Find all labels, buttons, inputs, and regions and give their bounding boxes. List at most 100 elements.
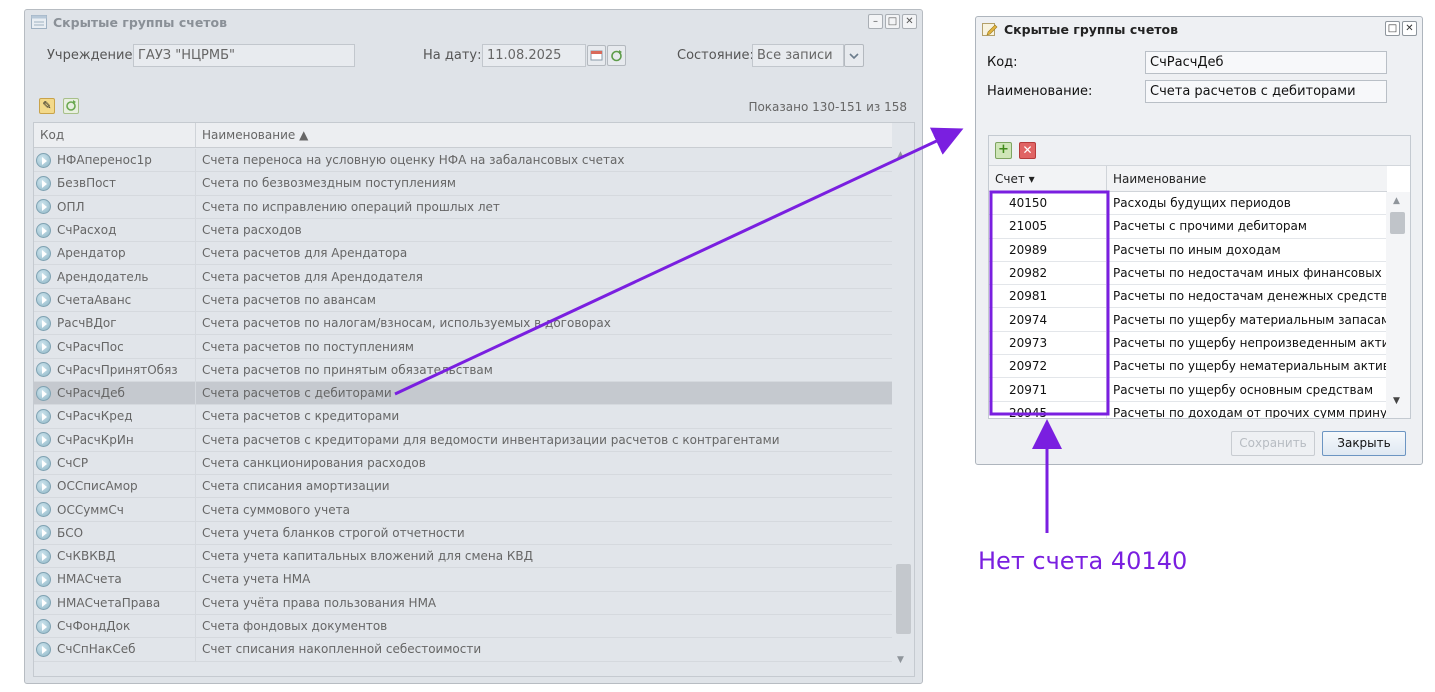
refresh-icon[interactable] — [63, 98, 79, 114]
row-arrow-icon[interactable] — [36, 455, 51, 471]
row-arrow-icon[interactable] — [36, 339, 51, 355]
row-arrow-icon[interactable] — [36, 408, 51, 424]
account-row[interactable]: 20972 Расчеты по ущербу нематериальным ак… — [989, 355, 1387, 379]
add-icon[interactable]: + — [995, 142, 1012, 159]
table-row[interactable]: РасчВДог Счета расчетов по налогам/взноса… — [34, 312, 892, 336]
table-row[interactable]: ОПЛ Счета по исправлению операций прошлых… — [34, 195, 892, 219]
close-icon[interactable]: ✕ — [902, 14, 917, 29]
date-field[interactable]: 11.08.2025 — [482, 44, 586, 67]
name-field[interactable]: Счета расчетов с дебиторами — [1145, 80, 1387, 103]
cell-code-text: НМАСчета — [57, 572, 122, 587]
cell-code-text: ОССуммСч — [57, 502, 124, 517]
vertical-scrollbar[interactable]: ▲ ▼ — [892, 149, 914, 676]
row-arrow-icon[interactable] — [36, 222, 51, 238]
table-row[interactable]: БСО Счета учета бланков строгой отчетност… — [34, 521, 892, 546]
row-arrow-icon[interactable] — [36, 618, 51, 634]
table-row[interactable]: СчРасчКред Счета расчетов с кредиторами — [34, 405, 892, 429]
row-arrow-icon[interactable] — [36, 595, 51, 611]
column-header-name[interactable]: Наименование — [1107, 166, 1387, 191]
maximize-icon[interactable]: □ — [885, 14, 900, 29]
row-arrow-icon[interactable] — [36, 269, 51, 285]
row-arrow-icon[interactable] — [36, 292, 51, 308]
table-row[interactable]: СчСпНакСеб Счет списания накопленной себе… — [34, 638, 892, 662]
state-select[interactable]: Все записи — [752, 44, 844, 67]
cell-account-name: Расчеты по ущербу нематериальным активам — [1113, 359, 1387, 374]
row-arrow-icon[interactable] — [36, 175, 51, 191]
account-row[interactable]: 20974 Расчеты по ущербу материальным запа… — [989, 308, 1387, 332]
dropdown-arrow-icon[interactable] — [844, 44, 864, 67]
refresh-icon[interactable] — [607, 45, 626, 66]
scroll-up-icon[interactable]: ▲ — [1393, 196, 1400, 206]
table-row[interactable]: СчРасчДеб Счета расчетов с дебиторами — [34, 381, 892, 406]
cell-account: 40150 — [989, 192, 1107, 215]
column-header-code[interactable]: Код — [34, 123, 196, 147]
account-row[interactable]: 20989 Расчеты по иным доходам — [989, 238, 1387, 262]
scroll-down-icon[interactable]: ▼ — [1393, 396, 1400, 406]
accounts-scrollbar[interactable]: ▲ ▼ — [1386, 192, 1410, 418]
institution-field[interactable]: ГАУЗ "НЦРМБ" — [133, 44, 355, 67]
table-row[interactable]: СчРасчПринятОбяз Счета расчетов по принят… — [34, 358, 892, 382]
table-row[interactable]: СчРасчПос Счета расчетов по поступлениям — [34, 335, 892, 359]
row-arrow-icon[interactable] — [36, 362, 51, 378]
row-arrow-icon[interactable] — [36, 478, 51, 494]
calendar-icon[interactable] — [587, 45, 606, 66]
table-row[interactable]: СчКВКВД Счета учета капитальных вложений … — [34, 545, 892, 569]
table-body: НФАперенос1р Счета переноса на условную о… — [34, 149, 892, 662]
table-row[interactable]: ОССуммСч Счета суммового учета — [34, 498, 892, 522]
row-arrow-icon[interactable] — [36, 432, 51, 448]
cell-account-name: Расчеты по иным доходам — [1113, 242, 1281, 257]
table-row[interactable]: Арендатор Счета расчетов для Арендатора — [34, 242, 892, 266]
row-arrow-icon[interactable] — [36, 525, 51, 541]
table-row[interactable]: СчетаАванс Счета расчетов по авансам — [34, 288, 892, 313]
table-row[interactable]: СчФондДок Счета фондовых документов — [34, 614, 892, 639]
account-row[interactable]: 20945 Расчеты по доходам от прочих сумм п… — [989, 401, 1387, 418]
cell-name: Счета расчетов с кредиторами для ведомос… — [202, 432, 780, 447]
cell-account: 20974 — [989, 308, 1107, 331]
row-arrow-icon[interactable] — [36, 385, 51, 401]
scroll-down-icon[interactable]: ▼ — [897, 655, 904, 665]
column-header-name[interactable]: Наименование ▲ — [196, 123, 892, 147]
column-header-account[interactable]: Счет ▾ — [989, 166, 1107, 191]
row-arrow-icon[interactable] — [36, 245, 51, 261]
row-arrow-icon[interactable] — [36, 199, 51, 215]
table-row[interactable]: НМАСчетаПрава Счета учёта права пользован… — [34, 591, 892, 615]
code-field[interactable]: СчРасчДеб — [1145, 51, 1387, 74]
table-row[interactable]: БезвПост Счета по безвозмездным поступлен… — [34, 172, 892, 196]
close-button[interactable]: Закрыть — [1322, 431, 1406, 456]
close-icon[interactable]: ✕ — [1402, 21, 1417, 36]
row-arrow-icon[interactable] — [36, 152, 51, 168]
account-row[interactable]: 21005 Расчеты с прочими дебиторам — [989, 215, 1387, 239]
delete-icon[interactable]: ✕ — [1019, 142, 1036, 159]
table-row[interactable]: СчСР Счета санкционирования расходов — [34, 451, 892, 476]
cell-code-text: СчСР — [57, 456, 89, 470]
minimize-icon[interactable]: – — [868, 14, 883, 29]
scrollbar-thumb[interactable] — [896, 564, 911, 634]
table-row[interactable]: НФАперенос1р Счета переноса на условную о… — [34, 149, 892, 173]
table-row[interactable]: СчРасход Счета расходов — [34, 218, 892, 243]
account-row[interactable]: 20981 Расчеты по недостачам денежных сред… — [989, 285, 1387, 309]
account-row[interactable]: 40150 Расходы будущих периодов — [989, 192, 1387, 216]
cell-code: СчРасход — [34, 218, 196, 242]
institution-label: Учреждение: — [47, 48, 137, 63]
account-row[interactable]: 20971 Расчеты по ущербу основным средства… — [989, 378, 1387, 402]
save-button[interactable]: Сохранить — [1231, 431, 1315, 456]
cell-code-text: СчРасчПринятОбяз — [57, 362, 178, 377]
account-row[interactable]: 20982 Расчеты по недостачам иных финансов… — [989, 261, 1387, 286]
table-row[interactable]: НМАСчета Счета учета НМА — [34, 568, 892, 592]
row-arrow-icon[interactable] — [36, 641, 51, 657]
table-row[interactable]: Арендодатель Счета расчетов для Арендодат… — [34, 265, 892, 289]
row-arrow-icon[interactable] — [36, 315, 51, 331]
row-arrow-icon[interactable] — [36, 571, 51, 587]
scroll-up-icon[interactable]: ▲ — [897, 150, 904, 160]
scrollbar-thumb[interactable] — [1390, 212, 1405, 234]
grid-toolbar: ✎ Показано 130-151 из 158 — [33, 94, 915, 120]
cell-account-name: Расчеты по ущербу непроизведенным актив.… — [1113, 335, 1387, 350]
account-row[interactable]: 20973 Расчеты по ущербу непроизведенным а… — [989, 331, 1387, 356]
table-row[interactable]: СчРасчКрИн Счета расчетов с кредиторами д… — [34, 428, 892, 452]
edit-icon[interactable]: ✎ — [39, 98, 55, 114]
state-label: Состояние: — [677, 48, 754, 63]
row-arrow-icon[interactable] — [36, 548, 51, 564]
table-row[interactable]: ОССписАмор Счета списания амортизации — [34, 475, 892, 499]
row-arrow-icon[interactable] — [36, 502, 51, 518]
maximize-icon[interactable]: □ — [1385, 21, 1400, 36]
